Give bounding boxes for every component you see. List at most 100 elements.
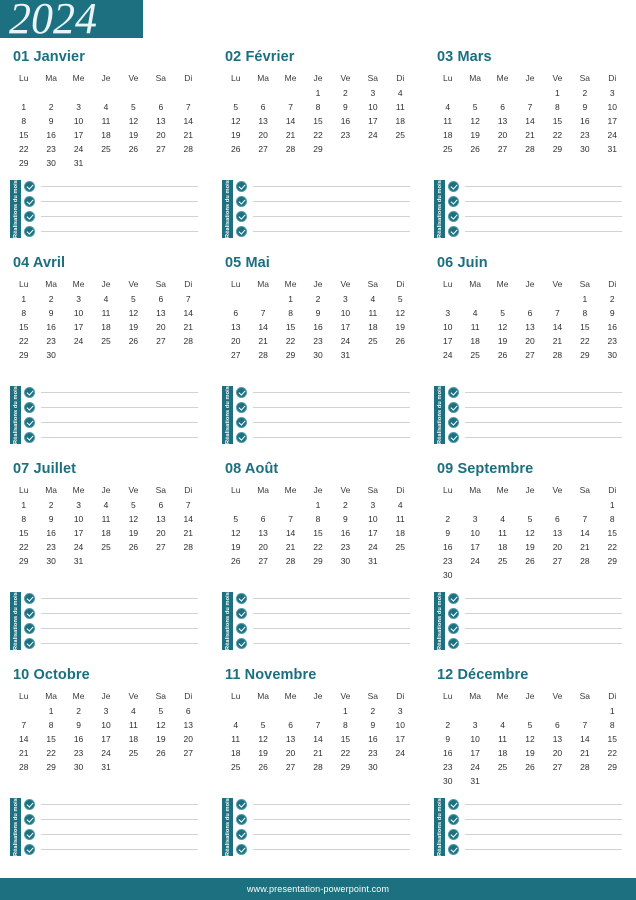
day-cell[interactable]: 30	[37, 156, 64, 170]
day-cell[interactable]: 2	[37, 100, 64, 114]
day-cell[interactable]: 13	[277, 732, 304, 746]
day-cell[interactable]: 14	[571, 732, 598, 746]
day-cell[interactable]: 19	[222, 128, 249, 142]
day-cell[interactable]: 5	[222, 100, 249, 114]
achievement-write-line[interactable]	[41, 643, 198, 644]
day-cell[interactable]: 30	[571, 142, 598, 156]
day-cell[interactable]: 15	[10, 526, 37, 540]
achievement-write-line[interactable]	[465, 819, 622, 820]
day-cell[interactable]: 1	[304, 86, 331, 100]
day-cell[interactable]: 5	[489, 306, 516, 320]
day-cell[interactable]: 16	[599, 320, 626, 334]
day-cell[interactable]: 9	[571, 100, 598, 114]
day-cell[interactable]: 18	[120, 732, 147, 746]
day-cell[interactable]: 8	[304, 512, 331, 526]
day-cell[interactable]: 31	[92, 760, 119, 774]
day-cell[interactable]: 25	[489, 554, 516, 568]
day-cell[interactable]: 3	[461, 718, 488, 732]
day-cell[interactable]: 1	[599, 498, 626, 512]
day-cell[interactable]: 19	[249, 746, 276, 760]
day-cell[interactable]: 16	[434, 540, 461, 554]
day-cell[interactable]: 30	[37, 554, 64, 568]
day-cell[interactable]: 2	[37, 292, 64, 306]
day-cell[interactable]: 17	[65, 320, 92, 334]
day-cell[interactable]: 17	[359, 114, 386, 128]
day-cell[interactable]: 8	[37, 718, 64, 732]
day-cell[interactable]: 6	[544, 512, 571, 526]
day-cell[interactable]: 1	[571, 292, 598, 306]
day-cell[interactable]: 15	[37, 732, 64, 746]
achievement-line[interactable]	[448, 637, 626, 650]
day-cell[interactable]: 24	[359, 128, 386, 142]
day-cell[interactable]: 30	[37, 348, 64, 362]
day-cell[interactable]: 15	[10, 128, 37, 142]
day-cell[interactable]: 7	[516, 100, 543, 114]
day-cell[interactable]: 28	[175, 540, 202, 554]
day-cell[interactable]: 26	[120, 540, 147, 554]
day-cell[interactable]: 1	[10, 100, 37, 114]
achievement-write-line[interactable]	[465, 231, 622, 232]
achievement-write-line[interactable]	[465, 216, 622, 217]
day-cell[interactable]: 19	[387, 320, 414, 334]
day-cell[interactable]: 27	[249, 554, 276, 568]
day-cell[interactable]: 18	[434, 128, 461, 142]
day-cell[interactable]: 26	[249, 760, 276, 774]
day-cell[interactable]: 13	[544, 526, 571, 540]
day-cell[interactable]: 5	[120, 100, 147, 114]
day-cell[interactable]: 31	[65, 156, 92, 170]
achievement-line[interactable]	[24, 180, 202, 193]
day-cell[interactable]: 19	[461, 128, 488, 142]
day-cell[interactable]: 23	[359, 746, 386, 760]
day-cell[interactable]: 13	[489, 114, 516, 128]
day-cell[interactable]: 20	[544, 540, 571, 554]
day-cell[interactable]: 28	[571, 554, 598, 568]
achievement-write-line[interactable]	[41, 849, 198, 850]
day-cell[interactable]: 17	[461, 746, 488, 760]
day-cell[interactable]: 15	[571, 320, 598, 334]
day-cell[interactable]: 4	[92, 100, 119, 114]
day-cell[interactable]: 26	[222, 554, 249, 568]
achievement-write-line[interactable]	[465, 437, 622, 438]
day-cell[interactable]: 7	[277, 100, 304, 114]
day-cell[interactable]: 25	[461, 348, 488, 362]
day-cell[interactable]: 15	[544, 114, 571, 128]
day-cell[interactable]: 4	[387, 86, 414, 100]
achievement-write-line[interactable]	[253, 628, 410, 629]
day-cell[interactable]: 7	[175, 292, 202, 306]
day-cell[interactable]: 2	[434, 718, 461, 732]
achievement-line[interactable]	[448, 195, 626, 208]
day-cell[interactable]: 20	[147, 526, 174, 540]
day-cell[interactable]: 7	[277, 512, 304, 526]
achievement-line[interactable]	[24, 798, 202, 811]
day-cell[interactable]: 16	[37, 128, 64, 142]
day-cell[interactable]: 14	[516, 114, 543, 128]
day-cell[interactable]: 3	[434, 306, 461, 320]
day-cell[interactable]: 14	[304, 732, 331, 746]
day-cell[interactable]: 22	[571, 334, 598, 348]
day-cell[interactable]: 29	[304, 142, 331, 156]
day-cell[interactable]: 1	[304, 498, 331, 512]
day-cell[interactable]: 27	[222, 348, 249, 362]
achievement-write-line[interactable]	[253, 186, 410, 187]
day-cell[interactable]: 11	[387, 100, 414, 114]
day-cell[interactable]: 19	[489, 334, 516, 348]
day-cell[interactable]: 11	[92, 512, 119, 526]
day-cell[interactable]: 14	[277, 526, 304, 540]
day-cell[interactable]: 25	[489, 760, 516, 774]
achievement-line[interactable]	[236, 622, 414, 635]
day-cell[interactable]: 7	[175, 100, 202, 114]
day-cell[interactable]: 22	[277, 334, 304, 348]
day-cell[interactable]: 17	[434, 334, 461, 348]
day-cell[interactable]: 25	[434, 142, 461, 156]
achievement-line[interactable]	[24, 813, 202, 826]
day-cell[interactable]: 28	[10, 760, 37, 774]
day-cell[interactable]: 4	[434, 100, 461, 114]
day-cell[interactable]: 21	[277, 128, 304, 142]
achievement-line[interactable]	[236, 416, 414, 429]
day-cell[interactable]: 30	[599, 348, 626, 362]
day-cell[interactable]: 27	[147, 334, 174, 348]
day-cell[interactable]: 8	[599, 718, 626, 732]
day-cell[interactable]: 30	[434, 774, 461, 788]
day-cell[interactable]: 21	[249, 334, 276, 348]
day-cell[interactable]: 20	[147, 128, 174, 142]
